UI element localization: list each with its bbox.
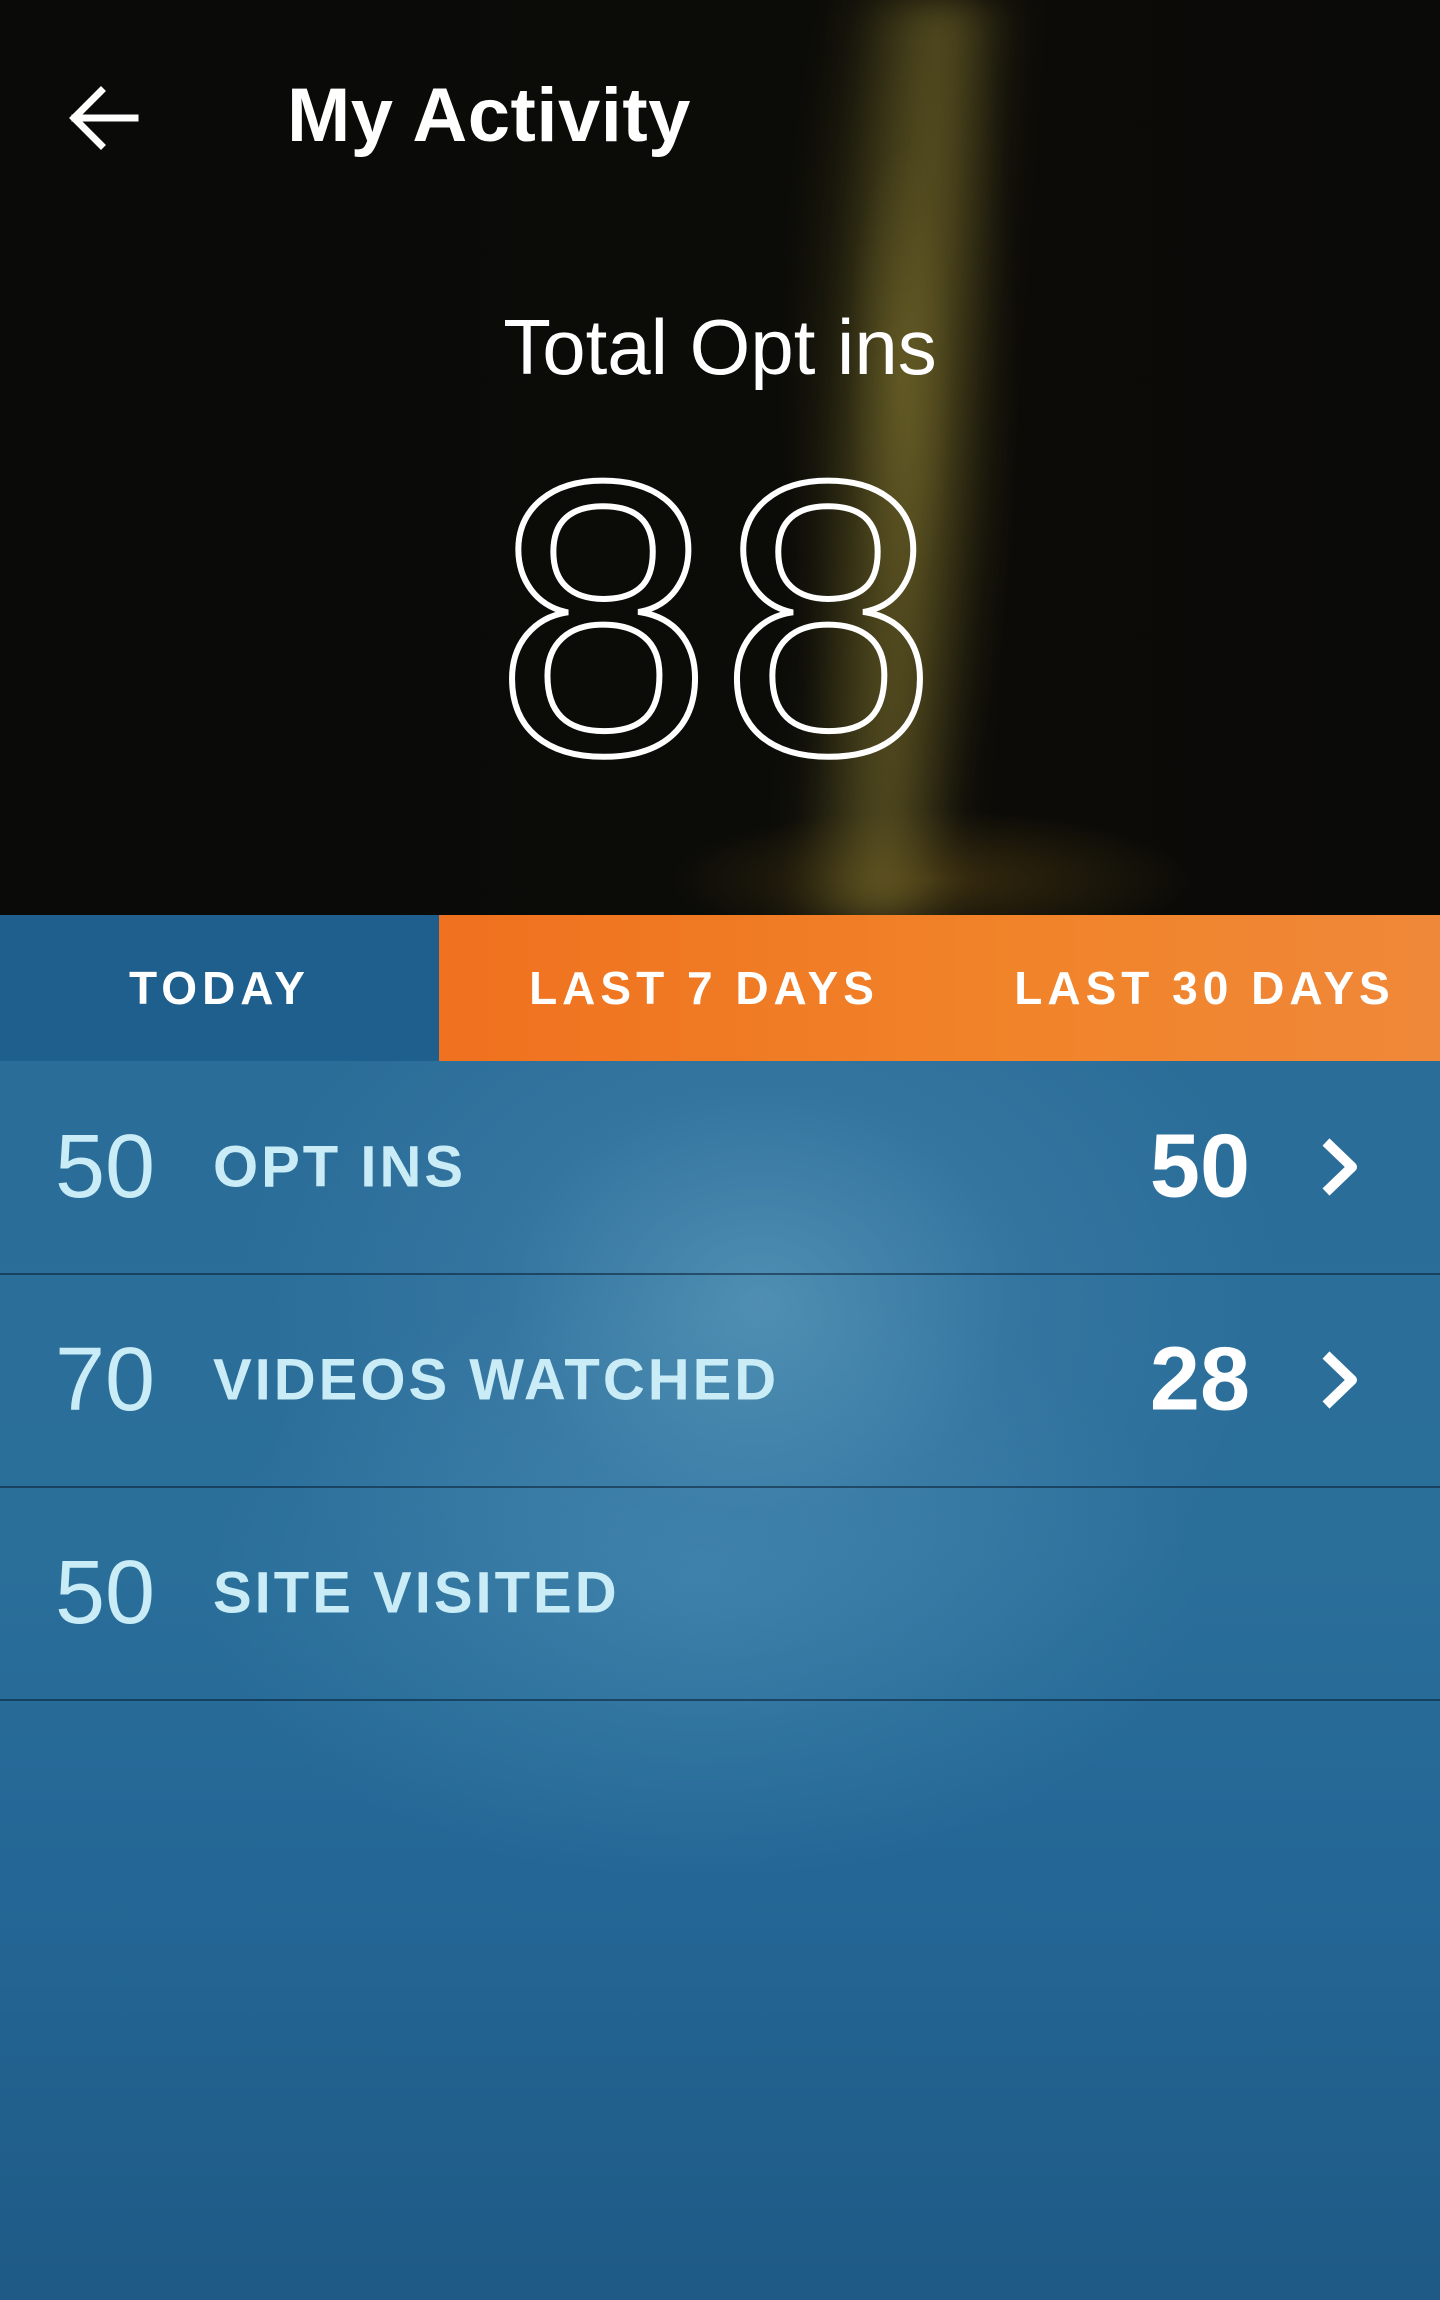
stat-value: 28 <box>1149 1329 1250 1430</box>
period-tabs: TODAY LAST 7 DAYS LAST 30 DAYS <box>0 915 1440 1061</box>
stat-goal: 50 <box>55 1543 156 1643</box>
stat-row-opt-ins[interactable]: 50 OPT INS 50 <box>0 1061 1440 1275</box>
stat-label: SITE VISITED <box>213 1560 620 1626</box>
tab-last-30-days[interactable]: LAST 30 DAYS <box>969 915 1440 1061</box>
total-opt-ins-value: 88 <box>492 400 945 836</box>
stat-row-videos-watched[interactable]: 70 VIDEOS WATCHED 28 <box>0 1274 1440 1488</box>
total-opt-ins-label: Total Opt ins <box>503 303 937 391</box>
tab-last-7-days[interactable]: LAST 7 DAYS <box>439 915 969 1061</box>
app-screen: My Activity Total Opt ins 88 TODAY LAST … <box>0 0 1440 2300</box>
chevron-right-icon[interactable] <box>1308 1132 1368 1202</box>
tab-group-unselected: LAST 7 DAYS LAST 30 DAYS <box>439 915 1440 1061</box>
arrow-left-icon <box>68 85 138 150</box>
stat-value: 50 <box>1149 1116 1250 1217</box>
stat-goal: 70 <box>55 1330 156 1430</box>
hero-banner: My Activity Total Opt ins 88 <box>0 0 1440 920</box>
stat-label: VIDEOS WATCHED <box>213 1347 780 1413</box>
tab-last-30-days-label: LAST 30 DAYS <box>1014 962 1395 1014</box>
stat-goal: 50 <box>55 1117 156 1217</box>
tab-last-7-days-label: LAST 7 DAYS <box>529 962 879 1014</box>
stat-label: OPT INS <box>213 1134 467 1200</box>
tab-today-label: TODAY <box>129 962 310 1014</box>
chevron-right-icon[interactable] <box>1308 1345 1368 1415</box>
stat-row-site-visited: 50 SITE VISITED <box>0 1487 1440 1701</box>
tab-today[interactable]: TODAY <box>0 915 439 1061</box>
page-title: My Activity <box>287 73 691 158</box>
stats-panel: 50 OPT INS 50 70 VIDEOS WATCHED 28 50 SI… <box>0 1061 1440 2300</box>
back-button[interactable] <box>55 70 150 165</box>
